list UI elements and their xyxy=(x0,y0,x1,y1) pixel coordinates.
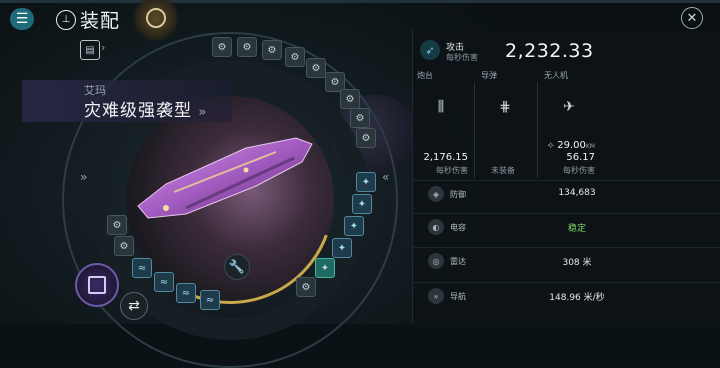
stat-label: 电容 xyxy=(450,223,466,232)
saved-fittings-arrow-icon: › xyxy=(101,41,106,54)
stat-value: 148.96 米/秒 xyxy=(549,293,605,303)
close-icon: ✕ xyxy=(686,10,698,26)
column-divider xyxy=(474,82,475,178)
high-slot-2[interactable]: ⚙ xyxy=(237,37,257,57)
cargo-button[interactable] xyxy=(75,263,119,307)
drone-icon: ✈ xyxy=(563,99,575,115)
switch-ship-button[interactable]: ⇄ xyxy=(120,292,148,320)
mid-slot-3[interactable]: ✦ xyxy=(344,216,364,236)
rig-slot-3[interactable]: ≈ xyxy=(176,283,196,303)
stat-row-capacitor[interactable]: ◐ 电容 稳定 xyxy=(412,213,720,240)
stat-value: 稳定 xyxy=(567,224,586,234)
turret-dps-sub: 每秒伤害 xyxy=(436,166,468,175)
rig-slot-1[interactable]: ≈ xyxy=(132,258,152,278)
drone-range-icon: ⟡ xyxy=(547,140,555,151)
drone-header: 无人机 xyxy=(544,71,568,80)
top-border xyxy=(0,0,720,3)
switch-icon: ⇄ xyxy=(128,298,140,314)
stat-row-navigation[interactable]: » 导航 148.96 米/秒 xyxy=(412,282,720,309)
capacitor-icon: ◐ xyxy=(428,219,444,235)
menu-button[interactable]: ☰ xyxy=(10,8,34,30)
turret-icon: ⫼ xyxy=(437,99,445,115)
shield-icon: ◈ xyxy=(428,186,444,202)
column-divider xyxy=(537,82,538,178)
high-slot-8[interactable]: ⚙ xyxy=(350,108,370,128)
turret-header: 炮台 xyxy=(417,71,433,80)
attack-sub: 每秒伤害 xyxy=(446,53,478,62)
drone-dps-sub: 每秒伤害 xyxy=(563,166,595,175)
mid-slot-2[interactable]: ✦ xyxy=(352,194,372,214)
page-title: 装配 xyxy=(80,10,121,32)
next-arrow[interactable]: « xyxy=(382,170,389,184)
saved-fittings-icon[interactable]: ▤ xyxy=(80,40,100,60)
menu-icon: ☰ xyxy=(15,11,29,27)
stat-label: 导航 xyxy=(450,292,466,301)
rig-slot-2[interactable]: ≈ xyxy=(154,272,174,292)
navigation-icon: » xyxy=(428,288,444,304)
cargo-icon xyxy=(88,276,106,294)
mid-slot-6[interactable]: ⚙ xyxy=(296,277,316,297)
stat-row-radar[interactable]: ◎ 雷达 308 米 xyxy=(412,247,720,274)
stat-row-defense[interactable]: ◈ 防御 134,683 xyxy=(412,180,720,207)
missile-status: 未装备 xyxy=(491,166,515,175)
page-header: ⊥ 装配 xyxy=(56,6,120,33)
stat-label: 雷达 xyxy=(450,257,466,266)
stat-value: 134,683 xyxy=(558,188,596,198)
target-icon xyxy=(146,8,166,28)
mid-slot-4[interactable]: ✦ xyxy=(332,238,352,258)
attack-value: 2,232.33 xyxy=(505,40,594,62)
missile-header: 导弹 xyxy=(481,71,497,80)
turret-dps-value: 2,176.15 xyxy=(423,152,468,163)
rig-slot-4[interactable]: ≈ xyxy=(200,290,220,310)
mid-slot-5[interactable]: ✦ xyxy=(315,258,335,278)
wrench-icon: 🔧 xyxy=(228,259,246,275)
high-slot-4[interactable]: ⚙ xyxy=(285,47,305,67)
low-slot-2[interactable]: ⚙ xyxy=(114,236,134,256)
mid-slot-1[interactable]: ✦ xyxy=(356,172,376,192)
attack-icon: ➶ xyxy=(420,40,440,60)
drone-dps-value: 56.17 xyxy=(566,152,595,163)
missile-icon: ⋕ xyxy=(499,99,511,115)
wrench-button[interactable]: 🔧 xyxy=(224,254,250,280)
high-slot-9[interactable]: ⚙ xyxy=(356,128,376,148)
high-slot-7[interactable]: ⚙ xyxy=(340,89,360,109)
drone-range: ⟡ 29.00KM xyxy=(547,140,595,151)
high-slot-3[interactable]: ⚙ xyxy=(262,40,282,60)
radar-icon: ◎ xyxy=(428,253,444,269)
close-button[interactable]: ✕ xyxy=(681,7,703,29)
ship-name[interactable]: 灾难级强袭型 » xyxy=(84,96,207,121)
fitting-icon: ⊥ xyxy=(56,9,76,30)
high-slot-1[interactable]: ⚙ xyxy=(212,37,232,57)
high-slot-5[interactable]: ⚙ xyxy=(306,58,326,78)
low-slot-1[interactable]: ⚙ xyxy=(107,215,127,235)
stat-value: 308 米 xyxy=(562,258,592,268)
stat-label: 防御 xyxy=(450,190,466,199)
prev-arrow[interactable]: » xyxy=(80,170,87,184)
